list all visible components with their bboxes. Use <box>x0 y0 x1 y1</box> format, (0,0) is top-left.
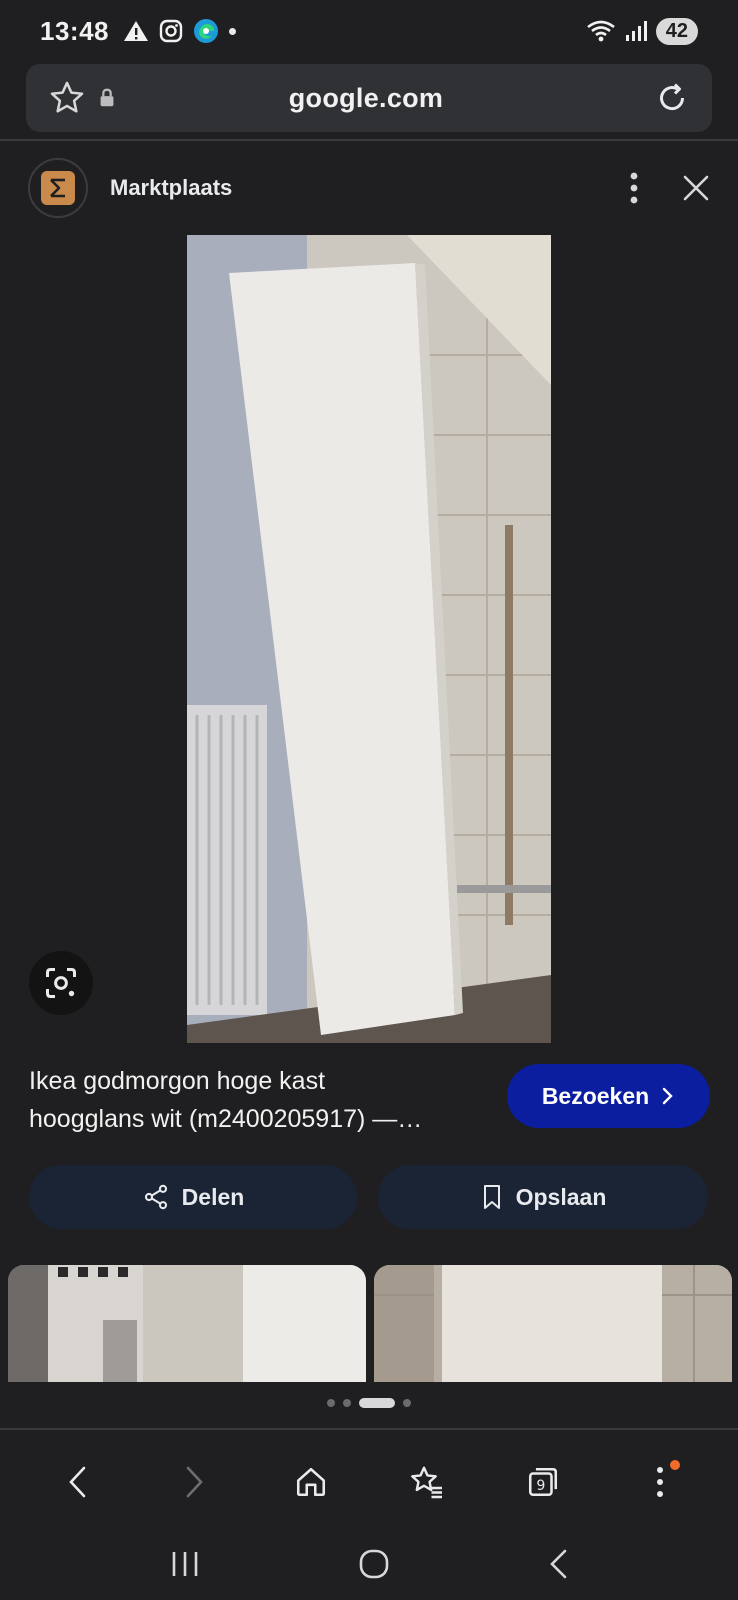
home-nav-icon[interactable] <box>358 1548 390 1580</box>
edge-icon <box>194 19 218 43</box>
product-photo <box>187 235 551 1043</box>
carousel-pager <box>0 1398 738 1408</box>
bookmarks-icon <box>411 1466 443 1499</box>
star-icon[interactable] <box>48 79 86 117</box>
share-button[interactable]: Delen <box>29 1165 357 1229</box>
lens-icon <box>46 968 76 998</box>
menu-icon <box>656 1467 663 1497</box>
system-navigation <box>0 1528 738 1600</box>
top-divider <box>0 139 738 141</box>
warning-icon <box>124 21 148 41</box>
back-nav-icon[interactable] <box>547 1548 569 1580</box>
save-label: Opslaan <box>515 1183 607 1210</box>
notification-dot <box>669 1460 680 1470</box>
result-title[interactable]: Ikea godmorgon hoge kast hoogglans wit (… <box>29 1062 489 1138</box>
address-bar[interactable]: google.com <box>26 64 712 132</box>
recents-icon[interactable] <box>169 1550 201 1578</box>
signal-icon <box>625 21 647 41</box>
back-icon <box>69 1466 86 1498</box>
forward-button[interactable] <box>164 1452 224 1512</box>
home-icon <box>296 1467 325 1497</box>
notification-icons <box>123 18 236 44</box>
share-label: Delen <box>181 1183 245 1210</box>
related-image-1[interactable] <box>8 1265 366 1382</box>
reload-icon[interactable] <box>654 80 690 116</box>
chevron-right-icon <box>662 1087 673 1105</box>
pager-dot <box>327 1399 335 1407</box>
source-avatar[interactable] <box>28 158 88 218</box>
related-image-2[interactable] <box>374 1265 732 1382</box>
lock-icon <box>100 88 114 107</box>
tabs-button[interactable]: 9 <box>513 1452 573 1512</box>
system-status: 42 <box>586 17 698 45</box>
sigma-icon <box>50 178 65 198</box>
visit-label: Bezoeken <box>541 1082 650 1109</box>
status-time: 13:48 <box>40 15 109 46</box>
pager-dot <box>403 1399 411 1407</box>
bottom-divider <box>0 1428 738 1430</box>
pager-dot <box>343 1399 351 1407</box>
browser-toolbar: 9 <box>0 1432 738 1532</box>
pager-dot-active <box>359 1398 395 1408</box>
home-button[interactable] <box>281 1452 341 1512</box>
wifi-icon <box>586 20 615 42</box>
menu-button[interactable] <box>630 1452 690 1512</box>
product-image[interactable] <box>187 235 551 1043</box>
source-actions <box>628 172 710 204</box>
marktplaats-logo <box>41 171 75 205</box>
source-name[interactable]: Marktplaats <box>110 175 232 201</box>
battery-level: 42 <box>655 17 698 45</box>
tabs-icon: 9 <box>529 1467 558 1497</box>
more-notifications-dot <box>229 27 236 35</box>
bookmarks-button[interactable] <box>397 1452 457 1512</box>
lens-button[interactable] <box>29 951 93 1015</box>
more-vert-icon[interactable] <box>628 172 640 204</box>
save-button[interactable]: Opslaan <box>378 1165 708 1229</box>
url-text[interactable]: google.com <box>118 83 614 114</box>
share-icon <box>144 1184 167 1210</box>
bookmark-icon <box>483 1185 500 1209</box>
related-photo-2 <box>374 1265 732 1382</box>
visit-button[interactable]: Bezoeken <box>507 1064 710 1128</box>
instagram-icon <box>159 19 183 43</box>
close-icon[interactable] <box>682 174 710 202</box>
related-photo-1 <box>8 1265 366 1382</box>
back-button[interactable] <box>48 1452 108 1512</box>
source-row: Marktplaats <box>28 158 710 218</box>
status-bar: 13:48 42 <box>0 0 738 62</box>
forward-icon <box>187 1466 204 1498</box>
tab-count: 9 <box>537 1478 546 1494</box>
